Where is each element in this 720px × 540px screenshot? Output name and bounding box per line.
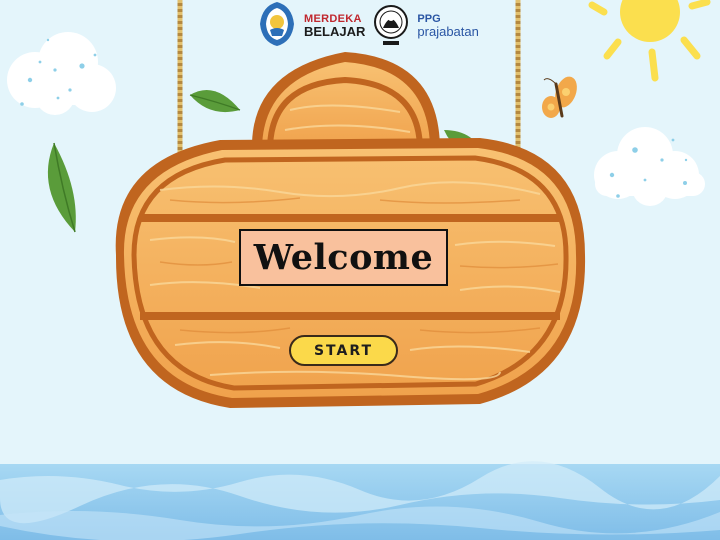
university-seal-icon (374, 5, 409, 45)
university-logo (373, 0, 409, 52)
belajar-text: BELAJAR (304, 24, 366, 39)
leaf-icon-top (189, 90, 241, 113)
welcome-title-box: Welcome (239, 229, 448, 286)
start-button[interactable]: START (289, 335, 398, 366)
butterfly-icon (542, 76, 577, 118)
start-button-label: START (313, 342, 374, 359)
cloud-right (594, 127, 705, 206)
sun-icon (588, 0, 711, 82)
rope-left (173, 0, 187, 169)
rope-right (511, 0, 525, 169)
welcome-title: Welcome (253, 237, 434, 278)
leaf-icon-left (47, 142, 76, 233)
cloud-left (7, 32, 116, 115)
ppg-prajabatan-logo: PPG prajabatan (417, 14, 479, 39)
prajabatan-text: prajabatan (417, 24, 479, 39)
tut-wuri-logo-icon (260, 2, 294, 46)
merdeka-belajar-logo: MERDEKA BELAJAR (304, 14, 366, 39)
partner-logos: MERDEKA BELAJAR PPG prajabatan (258, 0, 479, 52)
kemendikbud-logo (258, 0, 296, 52)
water-band (0, 461, 720, 540)
